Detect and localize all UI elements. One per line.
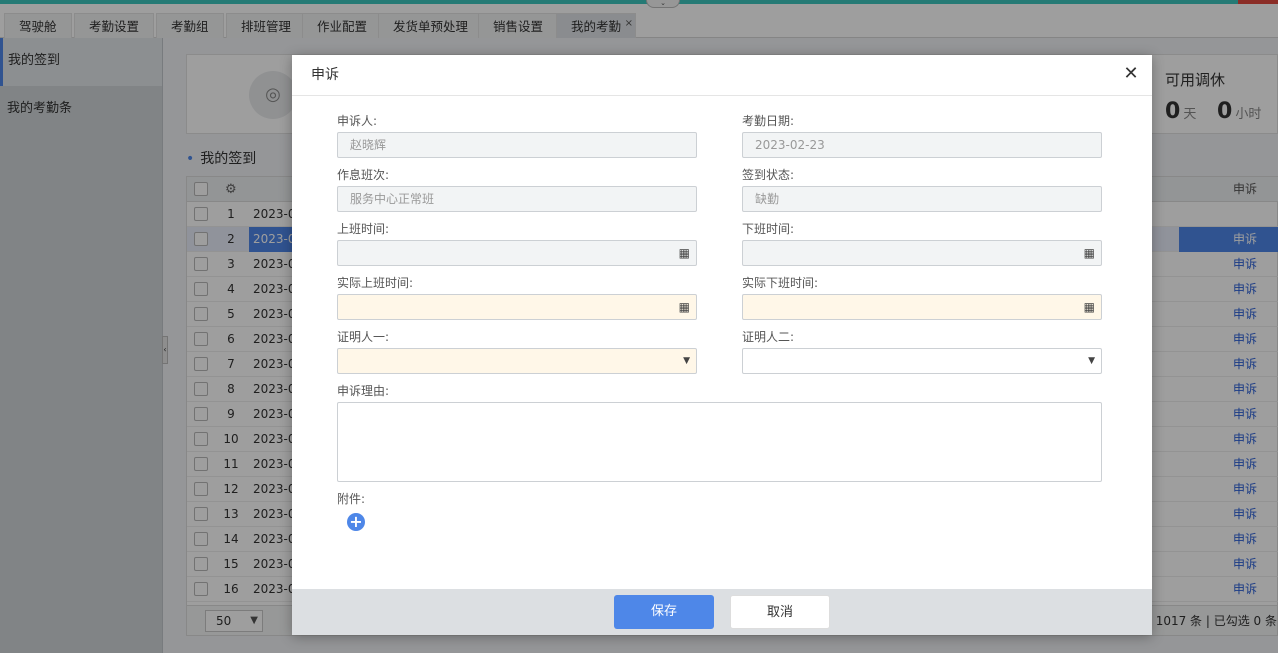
reason-label: 申诉理由: — [337, 384, 390, 398]
witness-two-label: 证明人二: — [742, 330, 795, 344]
attachment-label: 附件: — [337, 492, 366, 506]
close-icon[interactable]: ✕ — [1120, 63, 1142, 85]
calendar-icon[interactable]: ▦ — [1084, 295, 1095, 319]
on-time-label: 上班时间: — [337, 222, 390, 236]
appeal-dialog: 申诉 ✕ 申诉人: 赵晓辉 考勤日期: 2023-02-23 作息班次: 服务中… — [292, 55, 1152, 635]
on-time-field[interactable]: ▦ — [337, 240, 697, 266]
calendar-icon[interactable]: ▦ — [679, 295, 690, 319]
actual-off-time-field[interactable]: ▦ — [742, 294, 1102, 320]
shift-label: 作息班次: — [337, 168, 390, 182]
dialog-header: 申诉 ✕ — [292, 55, 1152, 96]
sign-status-field: 缺勤 — [742, 186, 1102, 212]
shift-value: 服务中心正常班 — [350, 192, 435, 206]
off-time-field[interactable]: ▦ — [742, 240, 1102, 266]
actual-on-time-field[interactable]: ▦ — [337, 294, 697, 320]
actual-off-time-label: 实际下班时间: — [742, 276, 819, 290]
calendar-icon[interactable]: ▦ — [679, 241, 690, 265]
witness-one-label: 证明人一: — [337, 330, 390, 344]
dialog-footer: 保存 取消 — [292, 589, 1152, 635]
reason-textarea[interactable] — [337, 402, 1102, 482]
attendance-date-value: 2023-02-23 — [755, 138, 825, 152]
witness-two-select[interactable]: ▼ — [742, 348, 1102, 374]
sign-status-label: 签到状态: — [742, 168, 795, 182]
witness-one-select[interactable]: ▼ — [337, 348, 697, 374]
actual-on-time-label: 实际上班时间: — [337, 276, 414, 290]
shift-field: 服务中心正常班 — [337, 186, 697, 212]
attendance-date-field: 2023-02-23 — [742, 132, 1102, 158]
off-time-label: 下班时间: — [742, 222, 795, 236]
sign-status-value: 缺勤 — [755, 192, 780, 206]
plus-circle-icon[interactable]: + — [347, 513, 365, 531]
chevron-down-icon[interactable]: ▼ — [683, 349, 690, 373]
calendar-icon[interactable]: ▦ — [1084, 241, 1095, 265]
applicant-field: 赵晓辉 — [337, 132, 697, 158]
dialog-title: 申诉 — [311, 67, 339, 83]
applicant-label: 申诉人: — [337, 114, 378, 128]
chevron-down-icon[interactable]: ▼ — [1088, 349, 1095, 373]
applicant-value: 赵晓辉 — [350, 138, 387, 152]
attendance-date-label: 考勤日期: — [742, 114, 795, 128]
cancel-button[interactable]: 取消 — [730, 595, 830, 629]
save-button[interactable]: 保存 — [614, 595, 714, 629]
